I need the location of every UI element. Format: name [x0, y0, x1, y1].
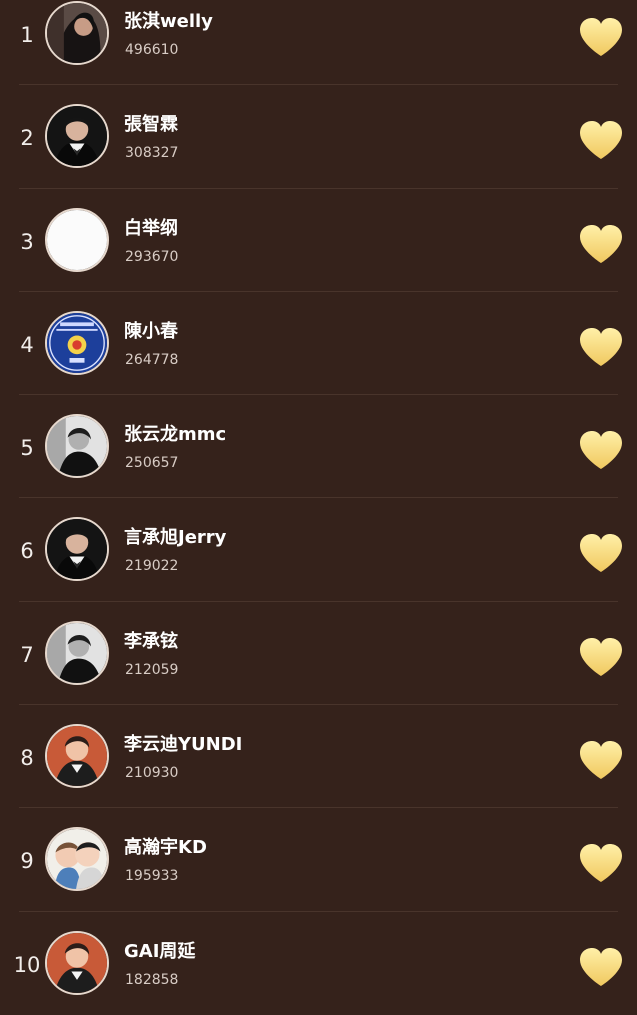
vote-count: 308327: [125, 145, 179, 162]
heart-icon: [580, 18, 622, 56]
vote-heart-button[interactable]: [577, 946, 625, 988]
rank-number: 8: [20, 746, 34, 771]
vote-count: 496610: [125, 42, 179, 58]
heart-icon: [580, 534, 622, 573]
vote-heart-button[interactable]: [577, 16, 625, 58]
celebrity-name[interactable]: 陳小春: [124, 321, 178, 343]
ranking-row: 1 张淇welly 496610: [0, 0, 637, 86]
ranking-row: 3 白举纲 293670: [0, 189, 637, 293]
celebrity-name[interactable]: 张云龙mmc: [124, 424, 226, 446]
celebrity-name[interactable]: 言承旭Jerry: [124, 527, 226, 549]
celebrity-name[interactable]: 李承铉: [124, 631, 178, 653]
avatar[interactable]: [45, 517, 109, 582]
avatar[interactable]: [45, 414, 109, 479]
celebrity-name[interactable]: 李云迪YUNDI: [124, 734, 242, 756]
rank-number: 2: [20, 126, 34, 151]
heart-icon: [580, 741, 622, 780]
vote-heart-button[interactable]: [577, 326, 625, 368]
rank-number: 3: [20, 229, 34, 254]
celebrity-name[interactable]: 张淇welly: [124, 11, 213, 33]
avatar[interactable]: [45, 620, 109, 685]
vote-heart-button[interactable]: [577, 739, 625, 781]
rank-number: 9: [20, 849, 34, 874]
vote-count: 210930: [125, 765, 179, 782]
vote-heart-button[interactable]: [577, 636, 625, 678]
vote-count: 195933: [125, 868, 179, 885]
avatar[interactable]: [45, 724, 109, 789]
vote-heart-button[interactable]: [577, 429, 625, 471]
heart-icon: [580, 947, 622, 986]
celebrity-name[interactable]: 白举纲: [124, 218, 178, 240]
heart-icon: [580, 844, 622, 883]
rank-number: 1: [20, 23, 34, 47]
celebrity-name[interactable]: 高瀚宇KD: [124, 837, 207, 859]
ranking-row: 10 GAI周延 182858: [0, 912, 637, 1015]
ranking-list: 1 张淇welly 496610 2 張智霖 308327 3 白举纲 293670 4 陳小春 26…: [0, 0, 637, 1015]
ranking-row: 7 李承铉 212059: [0, 602, 637, 706]
avatar[interactable]: [45, 1, 109, 65]
heart-icon: [580, 121, 622, 160]
ranking-row: 5 张云龙mmc 250657: [0, 395, 637, 499]
avatar[interactable]: [45, 104, 109, 169]
vote-heart-button[interactable]: [577, 119, 625, 161]
heart-icon: [580, 431, 622, 470]
rank-number: 6: [20, 539, 34, 564]
heart-icon: [580, 637, 622, 676]
heart-icon: [580, 327, 622, 366]
vote-count: 219022: [125, 558, 179, 575]
avatar[interactable]: [45, 310, 109, 375]
vote-count: 250657: [125, 455, 179, 472]
rank-number: 10: [13, 952, 41, 977]
ranking-row: 8 李云迪YUNDI 210930: [0, 705, 637, 809]
rank-number: 7: [20, 642, 34, 667]
rank-number: 5: [20, 436, 34, 461]
vote-heart-button[interactable]: [577, 532, 625, 574]
vote-count: 293670: [125, 248, 179, 265]
vote-count: 264778: [125, 351, 179, 368]
ranking-row: 4 陳小春 264778: [0, 292, 637, 396]
ranking-row: 2 張智霖 308327: [0, 85, 637, 189]
rank-number: 4: [20, 332, 34, 357]
avatar[interactable]: [45, 827, 109, 892]
ranking-row: 6 言承旭Jerry 219022: [0, 498, 637, 603]
vote-heart-button[interactable]: [577, 842, 625, 884]
celebrity-name[interactable]: GAI周延: [124, 941, 195, 963]
celebrity-name[interactable]: 張智霖: [124, 114, 178, 136]
vote-heart-button[interactable]: [577, 223, 625, 265]
avatar[interactable]: [45, 930, 109, 995]
heart-icon: [580, 224, 622, 263]
vote-count: 212059: [125, 661, 179, 678]
ranking-row: 9 高瀚宇KD 195933: [0, 808, 637, 912]
avatar[interactable]: [45, 207, 109, 272]
vote-count: 182858: [125, 971, 179, 988]
